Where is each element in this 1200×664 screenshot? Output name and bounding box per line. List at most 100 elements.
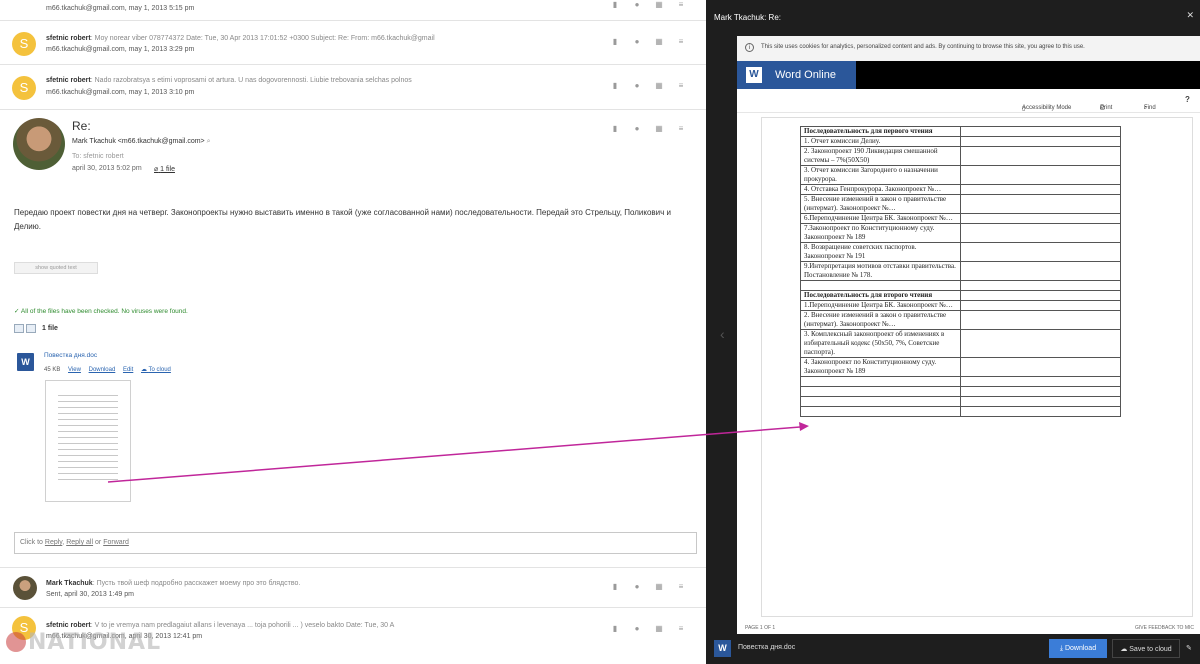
bookmark-icon[interactable]: ▮ [610,81,620,91]
thumbnails-view-icon[interactable] [14,324,24,333]
reply-box[interactable]: Click to Reply, Reply all or Forward [14,532,697,554]
viewer-title: Mark Tkachuk: Re: [714,13,781,22]
thread-actions: ▮ ● ▦ ≡ [610,582,690,592]
reply-all-link[interactable]: Reply all [66,539,93,546]
help-button[interactable]: ? [1185,95,1190,104]
bookmark-icon[interactable]: ▮ [610,0,620,10]
table-cell-empty [960,165,1121,185]
table-cell-empty [960,136,1121,147]
feedback-link[interactable]: GIVE FEEDBACK TO MIC [1135,625,1194,631]
table-cell: Последовательность для первого чтения [800,126,961,137]
avatar: S [12,32,36,56]
files-link[interactable]: ⌀ 1 file [154,165,175,173]
thread-item[interactable]: Mark Tkachuk: Пусть твой шеф подробно ра… [0,568,706,608]
viewer-footer: W Повестка дня.doc ⤓ Download ☁ Save to … [706,634,1200,664]
viewer-file-name: Повестка дня.doc [738,644,796,651]
close-icon[interactable]: ✕ [1186,10,1194,21]
table-row: Последовательность для первого чтения [800,126,1121,137]
thread-meta: m66.tkachuk@gmail.com, may 1, 2013 3:29 … [46,46,195,53]
table-cell-empty [960,280,1121,291]
files-count: 1 file [42,325,58,332]
thread-meta: Sent, april 30, 2013 1:49 pm [46,591,134,598]
table-cell: 4. Законопроект по Конституционному суду… [800,357,961,377]
view-link[interactable]: View [68,367,81,373]
calendar-icon[interactable]: ▦ [654,624,664,634]
table-cell-empty [960,396,1121,407]
dot-icon[interactable]: ● [632,124,642,134]
dot-icon[interactable]: ● [632,582,642,592]
table-cell-empty [960,194,1121,214]
message-to: To: sfetnic robert [72,153,124,160]
cloud-icon: ☁ [140,367,147,373]
table-row: 4. Отставка Генпрокурора. Законопроект №… [800,184,1121,195]
attachment-name[interactable]: Повестка дня.doc [44,352,97,359]
menu-icon[interactable]: ≡ [676,624,686,634]
mail-pane: m66.tkachuk@gmail.com, may 1, 2013 5:15 … [0,0,706,664]
search-icon[interactable]: ⌕ [207,138,211,145]
message-actions: ▮ ● ▦ ≡ [610,124,690,134]
table-cell: 1.Переподчинение Центра БК. Законопроект… [800,300,961,311]
table-row: 3. Отчет комиссии Загороднего о назначен… [800,165,1121,185]
table-row: 9.Интерпретация мотивов отставки правите… [800,261,1121,281]
menu-icon[interactable]: ≡ [676,0,686,10]
save-to-cloud-button[interactable]: ☁ Save to cloud [1112,639,1180,658]
dot-icon[interactable]: ● [632,624,642,634]
table-row [800,406,1121,417]
show-quoted-button[interactable]: show quoted text [14,262,98,274]
table-row: 5. Внесение изменений в закон о правител… [800,194,1121,214]
table-row: 8. Возвращение советских паспортов. Зако… [800,242,1121,262]
thread-meta: m66.tkachuk@gmail.com, may 1, 2013 5:15 … [46,5,195,12]
bookmark-icon[interactable]: ▮ [610,37,620,47]
sender-photo [13,118,65,170]
virus-check-status: ✓ All of the files have been checked. No… [14,308,188,315]
watermark-logo: NATIONAL [6,630,161,655]
to-cloud-link[interactable]: ☁ To cloud [141,367,171,373]
download-link[interactable]: Download [89,367,116,373]
table-cell: Последовательность для второго чтения [800,290,961,301]
thread-item-partial[interactable]: m66.tkachuk@gmail.com, may 1, 2013 5:15 … [0,0,706,21]
thread-actions: ▮ ● ▦ ≡ [610,0,690,10]
download-button[interactable]: ⤓ Download [1049,639,1107,658]
dot-icon[interactable]: ● [632,81,642,91]
dot-icon[interactable]: ● [632,37,642,47]
calendar-icon[interactable]: ▦ [654,582,664,592]
menu-icon[interactable]: ≡ [676,124,686,134]
list-view-icon[interactable] [26,324,36,333]
table-cell: 1. Отчет комиссии Делиу. [800,136,961,147]
menu-icon[interactable]: ≡ [676,81,686,91]
message-from: Mark Tkachuk <m66.tkachuk@gmail.com> ⌕ [72,138,211,145]
table-cell-empty [960,406,1121,417]
menu-icon[interactable]: ≡ [676,37,686,47]
thread-item[interactable]: S sfetnic robert: Moy norear viber 07877… [0,21,706,65]
attachment-thumbnail[interactable] [45,380,131,502]
reply-link[interactable]: Reply [45,539,62,546]
calendar-icon[interactable]: ▦ [654,124,664,134]
thread-snippet: sfetnic robert: Moy norear viber 0787743… [46,35,435,42]
bookmark-icon[interactable]: ▮ [610,582,620,592]
calendar-icon[interactable]: ▦ [654,37,664,47]
message-date: april 30, 2013 5:02 pm [72,165,142,172]
table-cell: 9.Интерпретация мотивов отставки правите… [800,261,961,281]
calendar-icon[interactable]: ▦ [654,0,664,10]
edit-link[interactable]: Edit [123,367,133,373]
forward-link[interactable]: Forward [103,539,129,546]
chevron-left-icon[interactable]: ‹ [720,326,725,342]
table-cell-empty [960,242,1121,262]
thread-snippet: Mark Tkachuk: Пусть твой шеф подробно ра… [46,580,301,587]
checkmark-icon: ✓ [14,308,20,315]
dot-icon[interactable]: ● [632,0,642,10]
menu-icon[interactable]: ≡ [676,582,686,592]
avatar: S [12,76,36,100]
bookmark-icon[interactable]: ▮ [610,624,620,634]
table-cell: 5. Внесение изменений в закон о правител… [800,194,961,214]
calendar-icon[interactable]: ▦ [654,81,664,91]
attachment-size: 45 KB [44,367,61,373]
bookmark-icon[interactable]: ▮ [610,124,620,134]
table-row: Последовательность для второго чтения [800,290,1121,301]
document-viewer: Mark Tkachuk: Re: ✕ i This site uses coo… [706,0,1200,664]
word-brand[interactable]: W Word Online [737,61,856,89]
thread-item[interactable]: S sfetnic robert: Nado razobratsya s eti… [0,65,706,110]
edit-icon[interactable]: ✎ [1186,644,1192,652]
table-cell [800,280,961,291]
table-cell-empty [960,376,1121,387]
